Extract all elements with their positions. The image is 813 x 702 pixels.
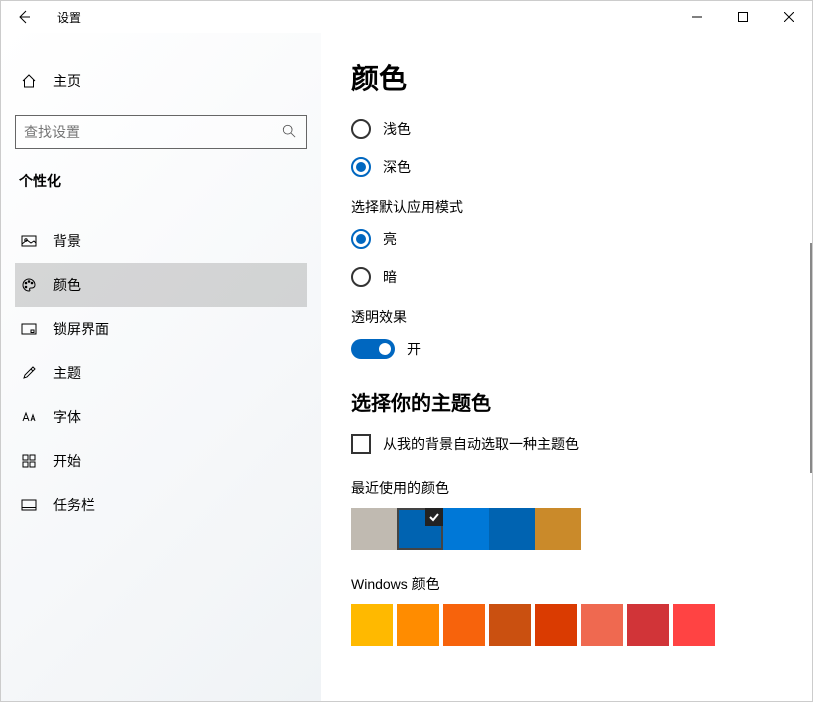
- sidebar-item-taskbar[interactable]: 任务栏: [15, 483, 307, 527]
- maximize-button[interactable]: [720, 1, 766, 33]
- sidebar-item-label: 主题: [53, 363, 81, 383]
- content-area: 颜色 浅色 深色 选择默认应用模式 亮 暗 透明效果 开: [321, 33, 812, 701]
- maximize-icon: [738, 12, 748, 22]
- radio-app-dark[interactable]: 暗: [351, 267, 782, 287]
- recent-colors-heading: 最近使用的颜色: [351, 478, 782, 498]
- theme-icon: [19, 365, 39, 381]
- scrollbar[interactable]: [810, 243, 812, 473]
- radio-icon: [351, 119, 371, 139]
- sidebar-item-colors[interactable]: 颜色: [15, 263, 307, 307]
- category-heading: 个性化: [15, 171, 307, 191]
- taskbar-icon: [19, 497, 39, 513]
- accent-heading: 选择你的主题色: [351, 387, 782, 416]
- windows-colors-heading: Windows 颜色: [351, 574, 782, 594]
- search-icon: [282, 124, 298, 140]
- recent-color-swatch[interactable]: [351, 508, 397, 550]
- sidebar-item-label: 任务栏: [53, 495, 95, 515]
- sidebar-item-label: 字体: [53, 407, 81, 427]
- radio-icon: [351, 267, 371, 287]
- recent-color-swatch[interactable]: [397, 508, 443, 550]
- home-label: 主页: [53, 71, 81, 91]
- recent-colors-row: [351, 508, 782, 550]
- radio-label: 亮: [383, 229, 397, 249]
- windows-color-swatch[interactable]: [443, 604, 485, 646]
- windows-color-swatch[interactable]: [673, 604, 715, 646]
- font-icon: [19, 409, 39, 425]
- window-title: 设置: [57, 9, 81, 26]
- windows-color-swatch[interactable]: [397, 604, 439, 646]
- radio-icon: [351, 157, 371, 177]
- radio-light-mode[interactable]: 浅色: [351, 119, 782, 139]
- sidebar: 主页 个性化 背景: [1, 33, 321, 701]
- sidebar-item-label: 开始: [53, 451, 81, 471]
- home-icon: [19, 73, 39, 89]
- titlebar: 设置: [1, 1, 812, 33]
- sidebar-item-label: 背景: [53, 231, 81, 251]
- sidebar-item-start[interactable]: 开始: [15, 439, 307, 483]
- windows-color-swatch[interactable]: [581, 604, 623, 646]
- palette-icon: [19, 277, 39, 293]
- sidebar-item-lockscreen[interactable]: 锁屏界面: [15, 307, 307, 351]
- search-box[interactable]: [15, 115, 307, 149]
- minimize-icon: [692, 12, 702, 22]
- radio-label: 暗: [383, 267, 397, 287]
- sidebar-item-themes[interactable]: 主题: [15, 351, 307, 395]
- windows-colors-row: [351, 604, 782, 646]
- toggle-state-label: 开: [407, 339, 421, 359]
- windows-color-swatch[interactable]: [627, 604, 669, 646]
- back-button[interactable]: [1, 1, 47, 33]
- app-mode-heading: 选择默认应用模式: [351, 197, 782, 217]
- radio-app-light[interactable]: 亮: [351, 229, 782, 249]
- close-button[interactable]: [766, 1, 812, 33]
- checkbox-label: 从我的背景自动选取一种主题色: [383, 434, 579, 454]
- sidebar-item-fonts[interactable]: 字体: [15, 395, 307, 439]
- lock-screen-icon: [19, 321, 39, 337]
- page-title: 颜色: [351, 57, 782, 97]
- radio-icon: [351, 229, 371, 249]
- auto-pick-checkbox[interactable]: 从我的背景自动选取一种主题色: [351, 434, 782, 454]
- transparency-toggle[interactable]: [351, 339, 395, 359]
- home-link[interactable]: 主页: [15, 61, 307, 101]
- sidebar-item-background[interactable]: 背景: [15, 219, 307, 263]
- windows-color-swatch[interactable]: [489, 604, 531, 646]
- recent-color-swatch[interactable]: [535, 508, 581, 550]
- transparency-heading: 透明效果: [351, 307, 782, 327]
- radio-dark-mode[interactable]: 深色: [351, 157, 782, 177]
- minimize-button[interactable]: [674, 1, 720, 33]
- start-icon: [19, 453, 39, 469]
- checkbox-icon: [351, 434, 371, 454]
- windows-color-swatch[interactable]: [351, 604, 393, 646]
- close-icon: [784, 12, 794, 22]
- radio-label: 浅色: [383, 119, 411, 139]
- recent-color-swatch[interactable]: [489, 508, 535, 550]
- sidebar-item-label: 锁屏界面: [53, 319, 109, 339]
- arrow-left-icon: [16, 9, 32, 25]
- recent-color-swatch[interactable]: [443, 508, 489, 550]
- nav-list: 背景 颜色 锁屏界面: [15, 219, 307, 527]
- windows-color-swatch[interactable]: [535, 604, 577, 646]
- search-input[interactable]: [24, 124, 282, 140]
- picture-icon: [19, 233, 39, 249]
- sidebar-item-label: 颜色: [53, 275, 81, 295]
- radio-label: 深色: [383, 157, 411, 177]
